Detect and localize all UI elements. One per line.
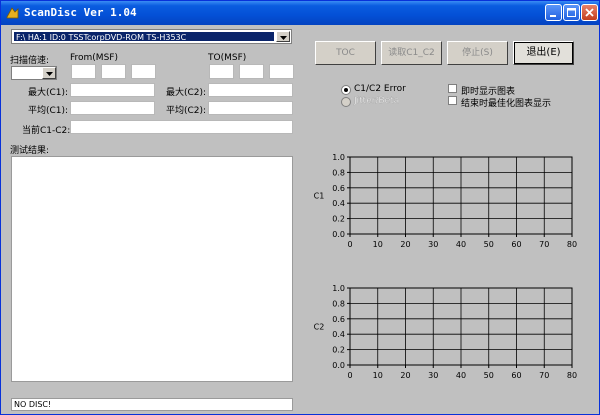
current-c1c2-label: 当前C1-C2: bbox=[22, 126, 71, 136]
from-msf-label: From(MSF) bbox=[70, 53, 118, 63]
radio-selected-dot bbox=[344, 88, 348, 92]
c2-y-tick-label: 0.0 bbox=[332, 361, 345, 370]
from-min-input[interactable] bbox=[71, 64, 96, 79]
c1c2-error-label: C1/C2 Error bbox=[354, 84, 406, 94]
test-results-label: 测试结果: bbox=[10, 146, 50, 156]
chevron-down-icon bbox=[46, 72, 53, 76]
realtime-chart-checkbox[interactable] bbox=[448, 84, 457, 93]
c1-x-tick-label: 70 bbox=[539, 240, 549, 249]
maximize-button[interactable] bbox=[563, 4, 580, 21]
c2-y-axis-label: C2 bbox=[314, 323, 325, 332]
from-sec-input[interactable] bbox=[101, 64, 126, 79]
c2-y-tick-label: 1.0 bbox=[332, 284, 345, 293]
avg-c1-label: 平均(C1): bbox=[28, 106, 69, 116]
close-button[interactable] bbox=[581, 4, 598, 21]
c1-x-tick-label: 50 bbox=[484, 240, 494, 249]
c1-x-tick-label: 10 bbox=[373, 240, 383, 249]
stop-button[interactable]: 停止(S) bbox=[447, 41, 508, 65]
c2-x-tick-label: 40 bbox=[456, 371, 466, 380]
avg-c2-label: 平均(C2): bbox=[166, 106, 207, 116]
c1-x-tick-label: 80 bbox=[567, 240, 577, 249]
c2-x-tick-label: 0 bbox=[347, 371, 352, 380]
to-msf-label: TO(MSF) bbox=[208, 53, 247, 63]
max-c1-field bbox=[70, 83, 155, 97]
chevron-down-icon bbox=[280, 36, 287, 40]
scan-speed-dropdown-button[interactable] bbox=[42, 67, 56, 79]
c2-x-tick-label: 20 bbox=[400, 371, 410, 380]
max-c1-label: 最大(C1): bbox=[28, 88, 69, 98]
drive-select-value: F:\ HA:1 ID:0 TSSTcorpDVD-ROM TS-H353C bbox=[14, 32, 274, 41]
c1-y-axis-label: C1 bbox=[314, 192, 325, 201]
c1-y-tick-label: 0.0 bbox=[332, 230, 345, 239]
c1-x-tick-label: 30 bbox=[428, 240, 438, 249]
to-frame-input[interactable] bbox=[269, 64, 294, 79]
max-c2-field bbox=[208, 83, 293, 97]
maximize-icon bbox=[567, 8, 576, 17]
c2-x-tick-label: 10 bbox=[373, 371, 383, 380]
c1-x-tick-label: 0 bbox=[347, 240, 352, 249]
c1-y-tick-label: 0.2 bbox=[332, 215, 345, 224]
close-icon bbox=[585, 8, 594, 17]
avg-c2-field bbox=[208, 101, 293, 115]
to-sec-input[interactable] bbox=[239, 64, 264, 79]
c1-x-tick-label: 60 bbox=[511, 240, 521, 249]
c1-y-tick-label: 1.0 bbox=[332, 153, 345, 162]
c1-y-tick-label: 0.4 bbox=[332, 199, 345, 208]
minimize-button[interactable] bbox=[545, 4, 562, 21]
c2-chart: 0 10 20 30 40 50 60 70 80 0.0 0.2 0.4 0.6 0.8 1.0 C2 bbox=[314, 284, 577, 380]
c1-y-tick-label: 0.6 bbox=[332, 184, 345, 193]
optimize-chart-label: 结束时最佳化图表显示 bbox=[461, 99, 552, 109]
status-field: NO DISC! bbox=[11, 398, 293, 411]
c1-y-tick-label: 0.8 bbox=[332, 168, 345, 177]
c2-x-tick-label: 80 bbox=[567, 371, 577, 380]
jitter-beta-radio[interactable] bbox=[341, 97, 351, 107]
read-c1c2-button[interactable]: 读取C1_C2 bbox=[381, 41, 442, 65]
toc-button[interactable]: TOC bbox=[315, 41, 376, 65]
c2-y-tick-label: 0.4 bbox=[332, 330, 345, 339]
client-area: F:\ HA:1 ID:0 TSSTcorpDVD-ROM TS-H353C 扫… bbox=[5, 26, 595, 412]
jitter-beta-label: Jitter/Beta bbox=[354, 96, 400, 106]
optimize-chart-checkbox[interactable] bbox=[448, 96, 457, 105]
c2-y-tick-label: 0.2 bbox=[332, 346, 345, 355]
app-icon bbox=[6, 7, 19, 19]
c2-y-tick-label: 0.8 bbox=[332, 299, 345, 308]
c2-x-tick-label: 50 bbox=[484, 371, 494, 380]
current-c1c2-field bbox=[70, 120, 293, 134]
minimize-icon bbox=[550, 15, 556, 17]
exit-button[interactable]: 退出(E) bbox=[513, 41, 574, 65]
c2-x-tick-label: 60 bbox=[511, 371, 521, 380]
title-bar[interactable]: ScanDisc Ver 1.04 bbox=[1, 1, 599, 25]
max-c2-label: 最大(C2): bbox=[166, 88, 207, 98]
c2-x-tick-label: 70 bbox=[539, 371, 549, 380]
to-min-input[interactable] bbox=[209, 64, 234, 79]
c1-x-tick-label: 40 bbox=[456, 240, 466, 249]
drive-select[interactable]: F:\ HA:1 ID:0 TSSTcorpDVD-ROM TS-H353C bbox=[11, 29, 292, 44]
app-window: ScanDisc Ver 1.04 F:\ HA:1 ID:0 TSSTcorp… bbox=[0, 0, 600, 415]
from-frame-input[interactable] bbox=[131, 64, 156, 79]
c2-y-tick-label: 0.6 bbox=[332, 315, 345, 324]
c1-x-tick-label: 20 bbox=[400, 240, 410, 249]
c1c2-error-radio[interactable] bbox=[341, 85, 351, 95]
scan-speed-select[interactable] bbox=[11, 66, 57, 80]
c1-chart: 0 10 20 30 40 50 60 70 80 0.0 0.2 0.4 0.6 0.8 1.0 C1 bbox=[314, 153, 577, 249]
window-title: ScanDisc Ver 1.04 bbox=[24, 6, 137, 19]
scan-speed-label: 扫描倍速: bbox=[10, 56, 50, 66]
avg-c1-field bbox=[70, 101, 155, 115]
drive-select-dropdown-button[interactable] bbox=[276, 31, 290, 42]
test-results-textarea[interactable] bbox=[11, 156, 293, 382]
c2-x-tick-label: 30 bbox=[428, 371, 438, 380]
